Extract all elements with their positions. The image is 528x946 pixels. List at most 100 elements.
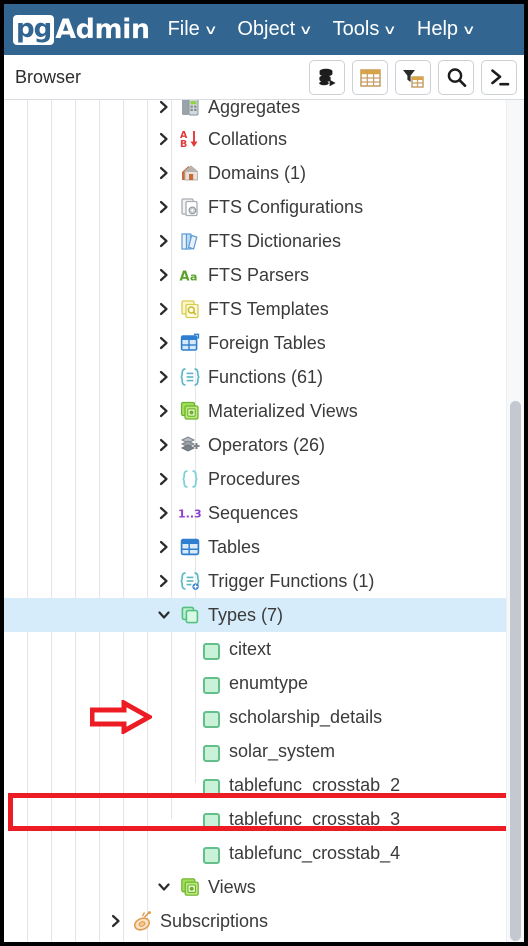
tree-row-operators[interactable]: Operators (26) — [4, 428, 524, 462]
object-explorer-tree[interactable]: Aggregates A B Collations Domains (1) FT… — [4, 100, 524, 942]
tree-label: Collations — [208, 129, 288, 149]
svg-text:1..3: 1..3 — [178, 508, 202, 521]
fts-parsers-icon: A a — [179, 264, 201, 286]
tree-label: Aggregates — [208, 100, 301, 117]
tree-row-tablefunc-crosstab-3[interactable]: tablefunc_crosstab_3 — [4, 802, 524, 836]
query-tool-button[interactable] — [481, 60, 517, 95]
fts-configurations-icon — [179, 196, 201, 218]
tree-row-sequences[interactable]: 1..3 Sequences — [4, 496, 524, 530]
menu-file[interactable]: File ∨ — [168, 18, 218, 41]
tree-label: Subscriptions — [160, 911, 269, 931]
chevron-right-icon[interactable] — [156, 335, 172, 351]
tree-label: Materialized Views — [208, 401, 358, 421]
type-item-icon — [200, 708, 222, 730]
tree-row-functions[interactable]: Functions (61) — [4, 360, 524, 394]
object-explorer-button[interactable] — [309, 60, 345, 95]
chevron-right-icon[interactable] — [156, 100, 172, 115]
tree-row-tablefunc-crosstab-4[interactable]: tablefunc_crosstab_4 — [4, 836, 524, 870]
chevron-right-icon[interactable] — [156, 403, 172, 419]
browser-title: Browser — [15, 66, 82, 87]
type-item-icon — [200, 844, 222, 866]
tree-label: solar_system — [229, 741, 336, 761]
chevron-right-icon[interactable] — [156, 199, 172, 215]
search-icon — [447, 68, 466, 88]
chevron-right-icon[interactable] — [156, 301, 172, 317]
svg-text:a: a — [190, 271, 197, 284]
tree-row-tablefunc-crosstab-2[interactable]: tablefunc_crosstab_2 — [4, 768, 524, 802]
menu-object[interactable]: Object ∨ — [237, 18, 313, 41]
trigger-functions-icon — [179, 570, 201, 592]
operators-icon — [179, 434, 201, 456]
tree-label: Trigger Functions (1) — [208, 571, 375, 591]
type-item-icon — [200, 640, 222, 662]
menu-tools[interactable]: Tools ∨ — [333, 18, 398, 41]
logo-pg-mark: pg — [13, 14, 55, 45]
tree-row-scholarship-details[interactable]: scholarship_details — [4, 700, 524, 734]
chevron-right-icon[interactable] — [156, 539, 172, 555]
tree-row-materialized-views[interactable]: Materialized Views — [4, 394, 524, 428]
chevron-right-icon[interactable] — [156, 165, 172, 181]
chevron-right-icon[interactable] — [156, 131, 172, 147]
filtered-rows-button[interactable] — [395, 60, 431, 95]
menu-object-label: Object — [237, 18, 296, 40]
chevron-right-icon[interactable] — [156, 437, 172, 453]
view-data-button[interactable] — [352, 60, 388, 95]
sequences-icon: 1..3 — [177, 502, 203, 524]
tree-row-fts-parsers[interactable]: A a FTS Parsers — [4, 258, 524, 292]
tree-row-procedures[interactable]: Procedures — [4, 462, 524, 496]
tree-row-subscriptions[interactable]: Subscriptions — [4, 904, 524, 938]
chevron-right-icon[interactable] — [156, 573, 172, 589]
chevron-down-icon[interactable] — [156, 879, 172, 895]
chevron-right-icon[interactable] — [156, 369, 172, 385]
type-item-icon — [200, 776, 222, 798]
svg-text:B: B — [180, 139, 187, 150]
materialized-views-icon — [179, 400, 201, 422]
tree-label: FTS Templates — [208, 299, 329, 319]
menu-help[interactable]: Help ∨ — [417, 18, 476, 41]
tree-row-fts-dictionaries[interactable]: FTS Dictionaries — [4, 224, 524, 258]
svg-text:A: A — [180, 270, 190, 285]
filtered-rows-icon — [403, 69, 424, 88]
tree-row-trigger-functions[interactable]: Trigger Functions (1) — [4, 564, 524, 598]
tree-row-enumtype[interactable]: enumtype — [4, 666, 524, 700]
chevron-right-icon[interactable] — [108, 913, 124, 929]
browser-toolbar — [309, 60, 517, 95]
tree-label: citext — [229, 639, 272, 659]
type-item-icon — [200, 810, 222, 832]
collations-icon: A B — [179, 128, 201, 150]
procedures-icon — [179, 468, 201, 490]
tree-row-foreign-tables[interactable]: Foreign Tables — [4, 326, 524, 360]
tree-row-types[interactable]: Types (7) — [4, 598, 524, 632]
tree-row-fts-templates[interactable]: FTS Templates — [4, 292, 524, 326]
subscriptions-icon — [131, 910, 153, 932]
tree-scrollbar-thumb[interactable] — [510, 401, 521, 941]
main-menubar: File ∨ Object ∨ Tools ∨ Help ∨ — [168, 18, 524, 41]
tree-row-aggregates[interactable]: Aggregates — [4, 100, 524, 124]
tree-row-collations[interactable]: A B Collations — [4, 122, 524, 156]
chevron-down-icon[interactable] — [156, 607, 172, 623]
tree-scrollbar-track[interactable] — [506, 100, 524, 942]
tree-row-solar-system[interactable]: solar_system — [4, 734, 524, 768]
chevron-right-icon[interactable] — [156, 233, 172, 249]
chevron-right-icon[interactable] — [156, 505, 172, 521]
chevron-right-icon[interactable] — [156, 471, 172, 487]
tree-label: Domains (1) — [208, 163, 307, 183]
object-explorer-icon — [318, 68, 336, 87]
foreign-tables-icon — [179, 332, 201, 354]
tree-row-tables[interactable]: Tables — [4, 530, 524, 564]
search-objects-button[interactable] — [438, 60, 474, 95]
app-header: pg Admin File ∨ Object ∨ Tools ∨ Help ∨ — [4, 4, 524, 55]
pgadmin-logo: pg Admin — [13, 12, 150, 48]
tree-label: Views — [208, 877, 256, 897]
tree-row-domains[interactable]: Domains (1) — [4, 156, 524, 190]
tree-label: tablefunc_crosstab_3 — [229, 809, 401, 829]
types-icon — [179, 604, 201, 626]
chevron-right-icon[interactable] — [156, 267, 172, 283]
tree-row-views[interactable]: Views — [4, 870, 524, 904]
functions-icon — [179, 366, 201, 388]
tree-label: Types (7) — [208, 605, 284, 625]
tree-label: Procedures — [208, 469, 301, 489]
tree-label: scholarship_details — [229, 707, 383, 727]
tree-row-citext[interactable]: citext — [4, 632, 524, 666]
tree-row-fts-configurations[interactable]: FTS Configurations — [4, 190, 524, 224]
